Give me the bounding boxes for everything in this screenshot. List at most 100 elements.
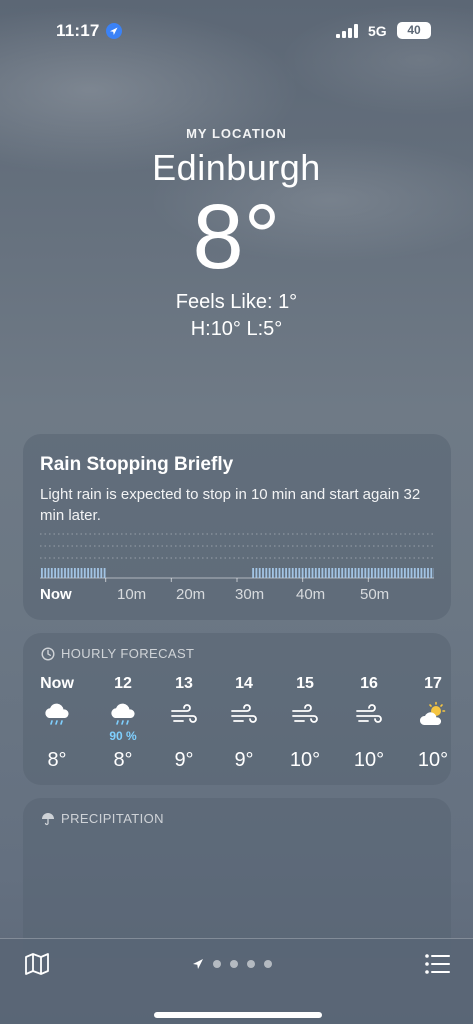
hourly-precip-chance: [339, 729, 399, 743]
rain-intensity-bar: [268, 568, 271, 578]
rain-intensity-bar: [100, 568, 103, 578]
rain-intensity-bar: [377, 568, 380, 578]
umbrella-icon: [42, 812, 54, 825]
list-icon[interactable]: [424, 953, 450, 975]
hourly-icon-wrap: [154, 697, 214, 729]
hourly-time: 13: [175, 675, 193, 692]
rain-intensity-bar: [295, 568, 297, 578]
rain-intensity-bar: [397, 568, 400, 578]
hourly-precip-chance: [275, 729, 335, 743]
rain-intensity-bar: [394, 568, 396, 578]
rain-intensity-bar: [258, 568, 261, 578]
precipitation-heading: PRECIPITATION: [41, 811, 164, 826]
home-indicator[interactable]: [154, 1012, 322, 1018]
hourly-precip-chance: 90 %: [109, 729, 137, 743]
rain-intensity-bar: [255, 568, 258, 578]
rain-time-label: 40m: [296, 586, 326, 603]
rain-time-labels: Now 10m 20m 30m 40m 50m: [40, 586, 434, 604]
hourly-icon-wrap: [214, 697, 274, 729]
rain-intensity-bar: [298, 568, 301, 578]
rain-intensity-bar: [354, 568, 357, 578]
rain-alert-title: Rain Stopping Briefly: [40, 454, 234, 475]
rain-intensity-bar: [281, 568, 284, 578]
rain-intensity-bar: [97, 568, 99, 578]
clock-icon: [41, 646, 55, 661]
hourly-forecast-title: HOURLY FORECAST: [61, 646, 195, 661]
rain-intensity-bar: [371, 568, 373, 578]
hourly-item: 17 10°: [403, 675, 463, 772]
rain-next-hour-chart: [40, 533, 434, 582]
rain-intensity-bar: [67, 568, 70, 578]
rain-intensity-bar: [331, 568, 334, 578]
my-location-label: MY LOCATION: [186, 126, 287, 141]
rain-intensity-bar: [324, 568, 327, 578]
hourly-temp: 9°: [234, 749, 254, 771]
bottom-toolbar: [0, 938, 473, 1024]
precipitation-card[interactable]: PRECIPITATION: [23, 798, 451, 958]
hourly-icon-wrap: [93, 697, 153, 729]
precipitation-title: PRECIPITATION: [61, 811, 164, 826]
hourly-precip-chance: [403, 729, 463, 743]
hourly-icon-wrap: [27, 697, 87, 729]
high-low: H:10° L:5°: [190, 318, 283, 340]
weather-header: MY LOCATION Edinburgh 8° Feels Like: 1° …: [0, 126, 473, 341]
rain-intensity-bar: [321, 568, 324, 578]
map-icon[interactable]: [24, 952, 50, 976]
rain-alert-card[interactable]: Rain Stopping Briefly Light rain is expe…: [23, 434, 451, 620]
rain-intensity-bar: [262, 568, 264, 578]
hourly-time: 14: [235, 675, 253, 692]
rain-intensity-bar: [57, 568, 60, 578]
rain-time-label: 20m: [176, 586, 206, 603]
cloud-rain-icon: [111, 703, 135, 725]
hourly-time: Now: [40, 675, 74, 692]
hourly-item: 16 10°: [339, 675, 399, 772]
rain-intensity-bar: [423, 568, 426, 578]
hourly-time: 16: [360, 675, 378, 692]
page-dot[interactable]: [230, 960, 238, 968]
rain-intensity-bar: [374, 568, 377, 578]
rain-intensity-bar: [80, 568, 83, 578]
rain-intensity-bar: [367, 568, 370, 578]
rain-intensity-bar: [400, 568, 403, 578]
wind-icon: [231, 704, 257, 723]
rain-intensity-bar: [64, 568, 66, 578]
rain-time-label: 10m: [117, 586, 147, 603]
rain-intensity-bar: [407, 568, 410, 578]
rain-intensity-bar: [417, 568, 419, 578]
battery-indicator: 40: [397, 22, 431, 39]
rain-intensity-bar: [47, 568, 50, 578]
hourly-precip-chance: [27, 729, 87, 743]
rain-intensity-bar: [103, 568, 106, 578]
hourly-item: 13 9°: [154, 675, 214, 772]
rain-intensity-bar: [41, 568, 43, 578]
rain-intensity-bar: [275, 568, 278, 578]
rain-intensity-bar: [77, 568, 80, 578]
rain-intensity-bar: [334, 568, 337, 578]
rain-intensity-bar: [430, 568, 433, 578]
rain-intensity-bar: [314, 568, 317, 578]
rain-intensity-bar: [44, 568, 47, 578]
rain-intensity-bar: [288, 568, 291, 578]
hourly-precip-chance: [214, 729, 274, 743]
network-type: 5G: [368, 23, 387, 39]
page-dot[interactable]: [247, 960, 255, 968]
hourly-item: 14 9°: [214, 675, 274, 772]
rain-intensity-bar: [410, 568, 413, 578]
rain-intensity-bar: [252, 568, 254, 578]
rain-time-label: 30m: [235, 586, 265, 603]
page-indicator[interactable]: [192, 958, 272, 970]
city-name: Edinburgh: [152, 147, 321, 188]
rain-intensity-bar: [60, 568, 63, 578]
rain-intensity-bar: [278, 568, 281, 578]
rain-intensity-bar: [90, 568, 93, 578]
current-location-page-icon[interactable]: [192, 958, 204, 970]
page-dot[interactable]: [264, 960, 272, 968]
rain-intensity-bar: [93, 568, 96, 578]
wind-icon: [171, 704, 197, 723]
hourly-forecast-card[interactable]: HOURLY FORECAST Now 8° 12 90 % 8° 13 9° 14 9° 15 1…: [23, 633, 451, 785]
hourly-list[interactable]: Now 8° 12 90 % 8° 13 9° 14 9° 15 10° 16 10° 17 10°: [23, 675, 451, 775]
rain-intensity-bar: [291, 568, 294, 578]
hourly-time: 12: [114, 675, 132, 692]
rain-intensity-bar: [404, 568, 406, 578]
page-dot[interactable]: [213, 960, 221, 968]
